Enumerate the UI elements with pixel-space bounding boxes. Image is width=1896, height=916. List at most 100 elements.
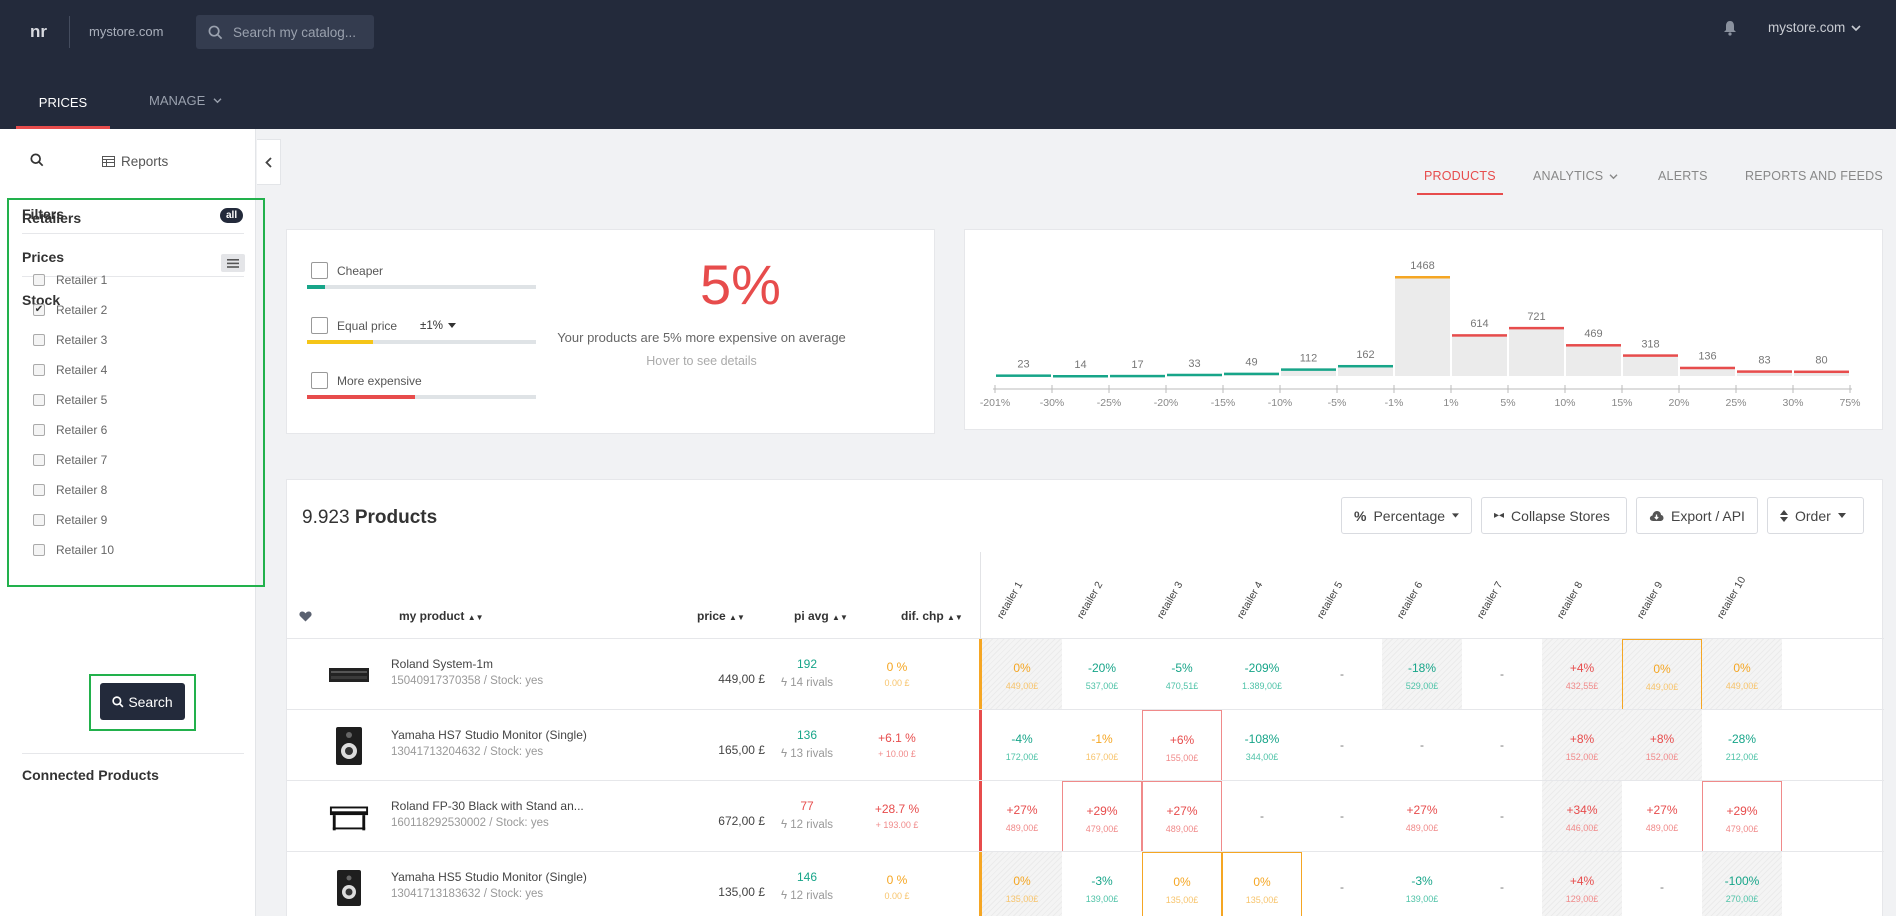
retailer-price-cell[interactable]: -18% 529,00£: [1382, 639, 1462, 710]
nav-manage-tab[interactable]: MANAGE: [149, 93, 222, 108]
cheaper-checkbox[interactable]: [311, 262, 328, 279]
cheaper-filter[interactable]: Cheaper: [311, 262, 383, 279]
bell-icon[interactable]: [1723, 20, 1737, 39]
column-pi-avg[interactable]: pi avg ▲▼: [794, 609, 848, 623]
export-api-button[interactable]: Export / API: [1636, 497, 1758, 534]
tab-reports-feeds[interactable]: REPORTS AND FEEDS: [1745, 169, 1883, 183]
retailer-price-cell[interactable]: -: [1462, 710, 1542, 781]
retailer-checkbox[interactable]: [33, 424, 45, 436]
retailer-price-cell[interactable]: +27% 489,00£: [1382, 781, 1462, 852]
retailer-price-cell[interactable]: -: [1382, 710, 1462, 781]
retailer-price-cell[interactable]: +29% 479,00£: [1062, 781, 1142, 852]
search-button[interactable]: Search: [100, 683, 185, 720]
tab-alerts[interactable]: ALERTS: [1658, 169, 1708, 183]
retailer-filter-item[interactable]: Retailer 9: [33, 513, 107, 527]
retailer-checkbox[interactable]: [33, 274, 45, 286]
retailer-price-cell[interactable]: +6% 155,00£: [1142, 710, 1222, 781]
retailer-price-cell[interactable]: +8% 152,00£: [1622, 710, 1702, 781]
collapse-stores-button[interactable]: ▸◂ Collapse Stores: [1481, 497, 1627, 534]
retailer-column-header[interactable]: retailer 10: [1715, 575, 1749, 621]
product-image[interactable]: [329, 657, 369, 693]
retailer-column-header[interactable]: retailer 9: [1635, 580, 1666, 621]
retailer-filter-item[interactable]: Retailer 3: [33, 333, 107, 347]
retailer-column-header[interactable]: retailer 2: [1075, 580, 1106, 621]
retailer-checkbox[interactable]: [33, 484, 45, 496]
retailer-price-cell[interactable]: -100% 270,00£: [1702, 852, 1782, 916]
retailer-column-header[interactable]: retailer 4: [1235, 580, 1266, 621]
retailer-column-header[interactable]: retailer 5: [1315, 580, 1346, 621]
retailer-column-header[interactable]: retailer 6: [1395, 580, 1426, 621]
column-price[interactable]: price ▲▼: [697, 609, 745, 623]
table-row[interactable]: Yamaha HS5 Studio Monitor (Single) 130417…: [287, 851, 1884, 916]
retailer-checkbox[interactable]: [33, 514, 45, 526]
retailer-price-cell[interactable]: 0% 449,00£: [982, 639, 1062, 710]
retailer-column-header[interactable]: retailer 7: [1475, 580, 1506, 621]
connected-products-section[interactable]: Connected Products: [22, 767, 159, 783]
retailer-price-cell[interactable]: -209% 1.389,00£: [1222, 639, 1302, 710]
retailer-checkbox[interactable]: [33, 544, 45, 556]
retailer-price-cell[interactable]: -: [1302, 781, 1382, 852]
nav-prices-tab[interactable]: PRICES: [16, 86, 110, 129]
retailer-price-cell[interactable]: -: [1302, 710, 1382, 781]
retailer-checkbox[interactable]: [33, 454, 45, 466]
collapse-sidebar-button[interactable]: [257, 139, 281, 185]
account-menu[interactable]: mystore.com: [1768, 20, 1861, 35]
retailer-price-cell[interactable]: -: [1462, 852, 1542, 916]
retailer-price-cell[interactable]: -: [1222, 781, 1302, 852]
retailer-filter-item[interactable]: Retailer 4: [33, 363, 107, 377]
product-image[interactable]: [329, 799, 369, 835]
retailer-price-cell[interactable]: 0% 135,00£: [1142, 852, 1222, 916]
retailer-price-cell[interactable]: 0% 135,00£: [1222, 852, 1302, 916]
reports-link[interactable]: Reports: [102, 154, 168, 169]
percentage-dropdown[interactable]: % Percentage: [1341, 497, 1472, 534]
retailer-price-cell[interactable]: -: [1622, 852, 1702, 916]
list-toggle-button[interactable]: [221, 254, 245, 272]
retailer-price-cell[interactable]: -3% 139,00£: [1062, 852, 1142, 916]
retailer-price-cell[interactable]: +27% 489,00£: [1142, 781, 1222, 852]
product-image[interactable]: [329, 870, 369, 906]
product-name[interactable]: Yamaha HS5 Studio Monitor (Single): [391, 870, 587, 884]
retailer-checkbox[interactable]: [33, 334, 45, 346]
retailer-price-cell[interactable]: 0% 449,00£: [1702, 639, 1782, 710]
product-name[interactable]: Roland System-1m: [391, 657, 493, 671]
all-badge[interactable]: all: [220, 208, 244, 223]
retailer-column-header[interactable]: retailer 1: [995, 580, 1026, 621]
search-icon[interactable]: [30, 153, 44, 170]
retailer-checkbox[interactable]: ✔: [33, 304, 45, 316]
retailer-filter-item[interactable]: Retailer 6: [33, 423, 107, 437]
retailer-price-cell[interactable]: -: [1462, 639, 1542, 710]
retailer-filter-item[interactable]: Retailer 10: [33, 543, 114, 557]
retailer-price-cell[interactable]: +4% 129,00£: [1542, 852, 1622, 916]
product-image[interactable]: [329, 727, 369, 765]
catalog-search-input[interactable]: Search my catalog...: [196, 15, 374, 49]
retailer-price-cell[interactable]: -: [1462, 781, 1542, 852]
retailer-checkbox[interactable]: [33, 364, 45, 376]
table-row[interactable]: Roland System-1m 15040917370358 / Stock: …: [287, 638, 1884, 710]
retailer-price-cell[interactable]: +29% 479,00£: [1702, 781, 1782, 852]
heart-icon[interactable]: [299, 610, 312, 625]
order-dropdown[interactable]: Order: [1767, 497, 1864, 534]
retailer-price-cell[interactable]: -3% 139,00£: [1382, 852, 1462, 916]
column-dif-chp[interactable]: dif. chp ▲▼: [901, 609, 963, 623]
retailer-filter-item[interactable]: Retailer 5: [33, 393, 107, 407]
retailer-filter-item[interactable]: Retailer 7: [33, 453, 107, 467]
retailer-price-cell[interactable]: +4% 432,55£: [1542, 639, 1622, 710]
retailer-price-cell[interactable]: -: [1302, 639, 1382, 710]
tab-analytics[interactable]: ANALYTICS: [1533, 169, 1618, 183]
retailer-column-header[interactable]: retailer 8: [1555, 580, 1586, 621]
retailer-column-header[interactable]: retailer 3: [1155, 580, 1186, 621]
retailer-filter-item[interactable]: ✔ Retailer 2: [33, 303, 107, 317]
retailer-price-cell[interactable]: -28% 212,00£: [1702, 710, 1782, 781]
retailer-price-cell[interactable]: -5% 470,51£: [1142, 639, 1222, 710]
product-name[interactable]: Yamaha HS7 Studio Monitor (Single): [391, 728, 587, 742]
product-name[interactable]: Roland FP-30 Black with Stand an...: [391, 799, 584, 813]
retailer-filter-item[interactable]: Retailer 1: [33, 273, 107, 287]
table-row[interactable]: Yamaha HS7 Studio Monitor (Single) 130417…: [287, 709, 1884, 781]
retailer-price-cell[interactable]: +27% 489,00£: [982, 781, 1062, 852]
app-logo[interactable]: nr: [30, 22, 47, 42]
expensive-filter[interactable]: More expensive: [311, 372, 422, 389]
retailer-price-cell[interactable]: -: [1302, 852, 1382, 916]
tab-products[interactable]: PRODUCTS: [1417, 169, 1503, 195]
retailer-price-cell[interactable]: +8% 152,00£: [1542, 710, 1622, 781]
retailer-price-cell[interactable]: +34% 446,00£: [1542, 781, 1622, 852]
